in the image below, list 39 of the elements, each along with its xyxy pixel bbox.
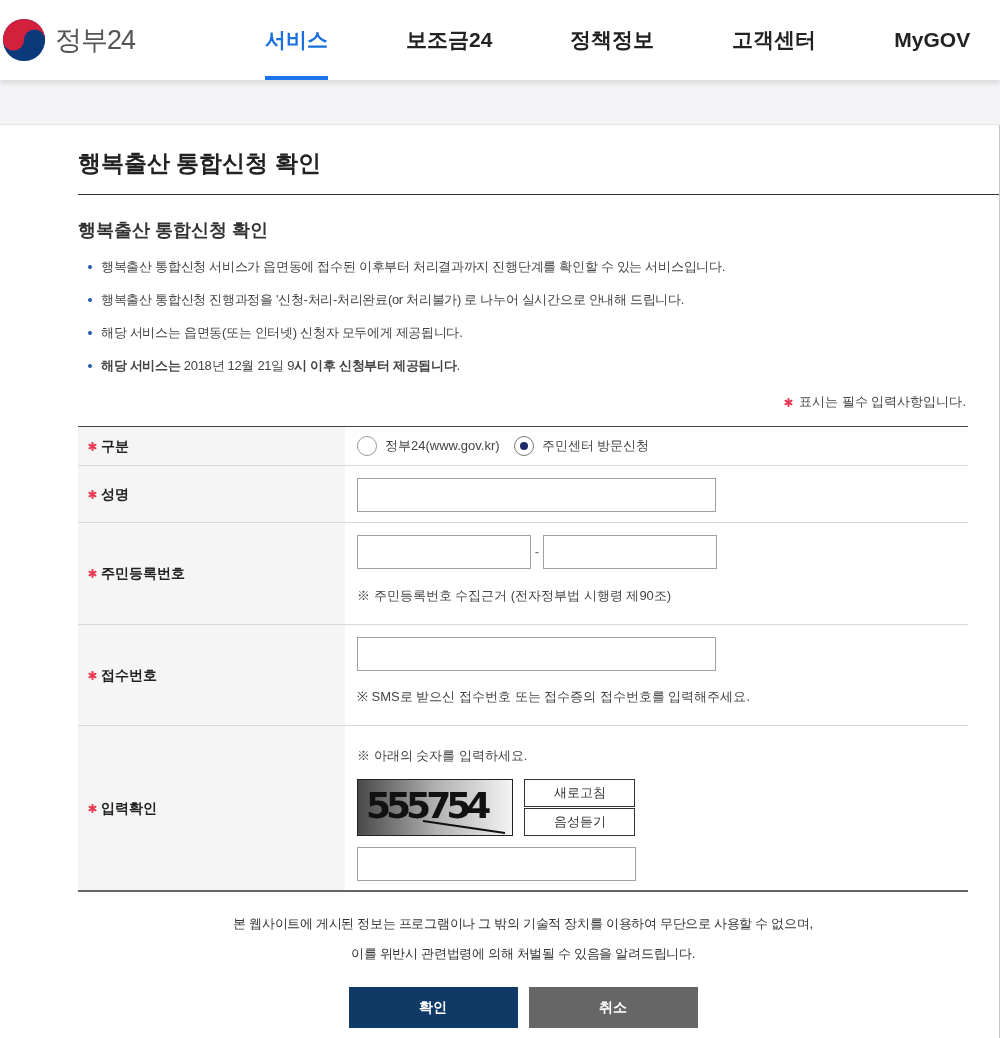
info-text: 행복출산 통합신청 진행과정을 '신청-처리-처리완료(or 처리불가) 로 나누어 실시간으로 안내해 드립니다. [101,291,685,309]
form-label: 성명 [101,484,129,504]
info-text: 행복출산 통합신청 서비스가 읍면동에 접수된 이후부터 처리결과까지 진행단계를 확인할 수 있는 서비스입니다. [101,258,725,276]
site-logo-text[interactable]: 정부24 [55,19,136,61]
form-label: 주민등록번호 [101,564,185,583]
notice-text: 본 웹사이트에 게시된 정보는 프로그램이나 그 밖의 기술적 장치를 이용하여 무단으로 사용할 수 없으며, [233,915,813,933]
id-number-field[interactable] [543,535,717,569]
help-note: ※ 아래의 숫자를 입력하세요. [357,748,529,764]
separator-dash: - [533,543,541,562]
taegeuk-logo-icon[interactable] [1,17,47,63]
help-note: ※ SMS로 받으신 접수번호 또는 접수증의 접수번호를 입력해주세요. [357,689,752,705]
confirm-button[interactable]: 확인 [348,987,518,1028]
form-label: 구분 [101,436,129,456]
id-number-field[interactable] [357,535,531,569]
nav-tab[interactable]: 보조금24 [406,0,493,80]
required-asterisk-icon [784,397,794,407]
radio-label[interactable]: 주민센터 방문신청 [541,436,650,456]
captcha-button[interactable]: 음성듣기 [524,808,635,836]
info-text: 해당 서비스는 2018년 12월 21일 9시 이후 신청부터 제공됩니다. [101,357,460,375]
help-note: ※ 주민등록번호 수집근거 (전자정부법 시행령 제90조) [357,588,673,604]
required-fields-note: 표시는 필수 입력사항입니다. [799,394,966,410]
radio-button[interactable] [513,436,534,456]
nav-tab[interactable]: MyGOV [894,0,971,80]
info-text: 해당 서비스는 읍면동(또는 인터넷) 신청자 모두에게 제공됩니다. [101,324,463,342]
nav-tab[interactable]: 정책정보 [570,0,655,80]
cancel-button[interactable]: 취소 [528,987,698,1028]
notice-text: 이를 위반시 관련법령에 의해 처벌될 수 있음을 알려드립니다. [351,945,695,963]
text-field[interactable] [357,478,716,512]
radio-label[interactable]: 정부24(www.gov.kr) [385,436,500,456]
form-label: 접수번호 [101,665,157,685]
captcha-code: 555754 [366,786,487,826]
radio-button[interactable] [357,436,377,456]
section-title: 행복출산 통합신청 확인 [78,219,269,242]
text-field[interactable] [357,637,716,671]
page-title: 행복출산 통합신청 확인 [78,149,322,177]
captcha-button[interactable]: 새로고침 [524,779,635,807]
nav-tab[interactable]: 고객센터 [732,0,817,80]
captcha-answer-field[interactable] [357,847,636,881]
form-label: 입력확인 [101,798,157,818]
